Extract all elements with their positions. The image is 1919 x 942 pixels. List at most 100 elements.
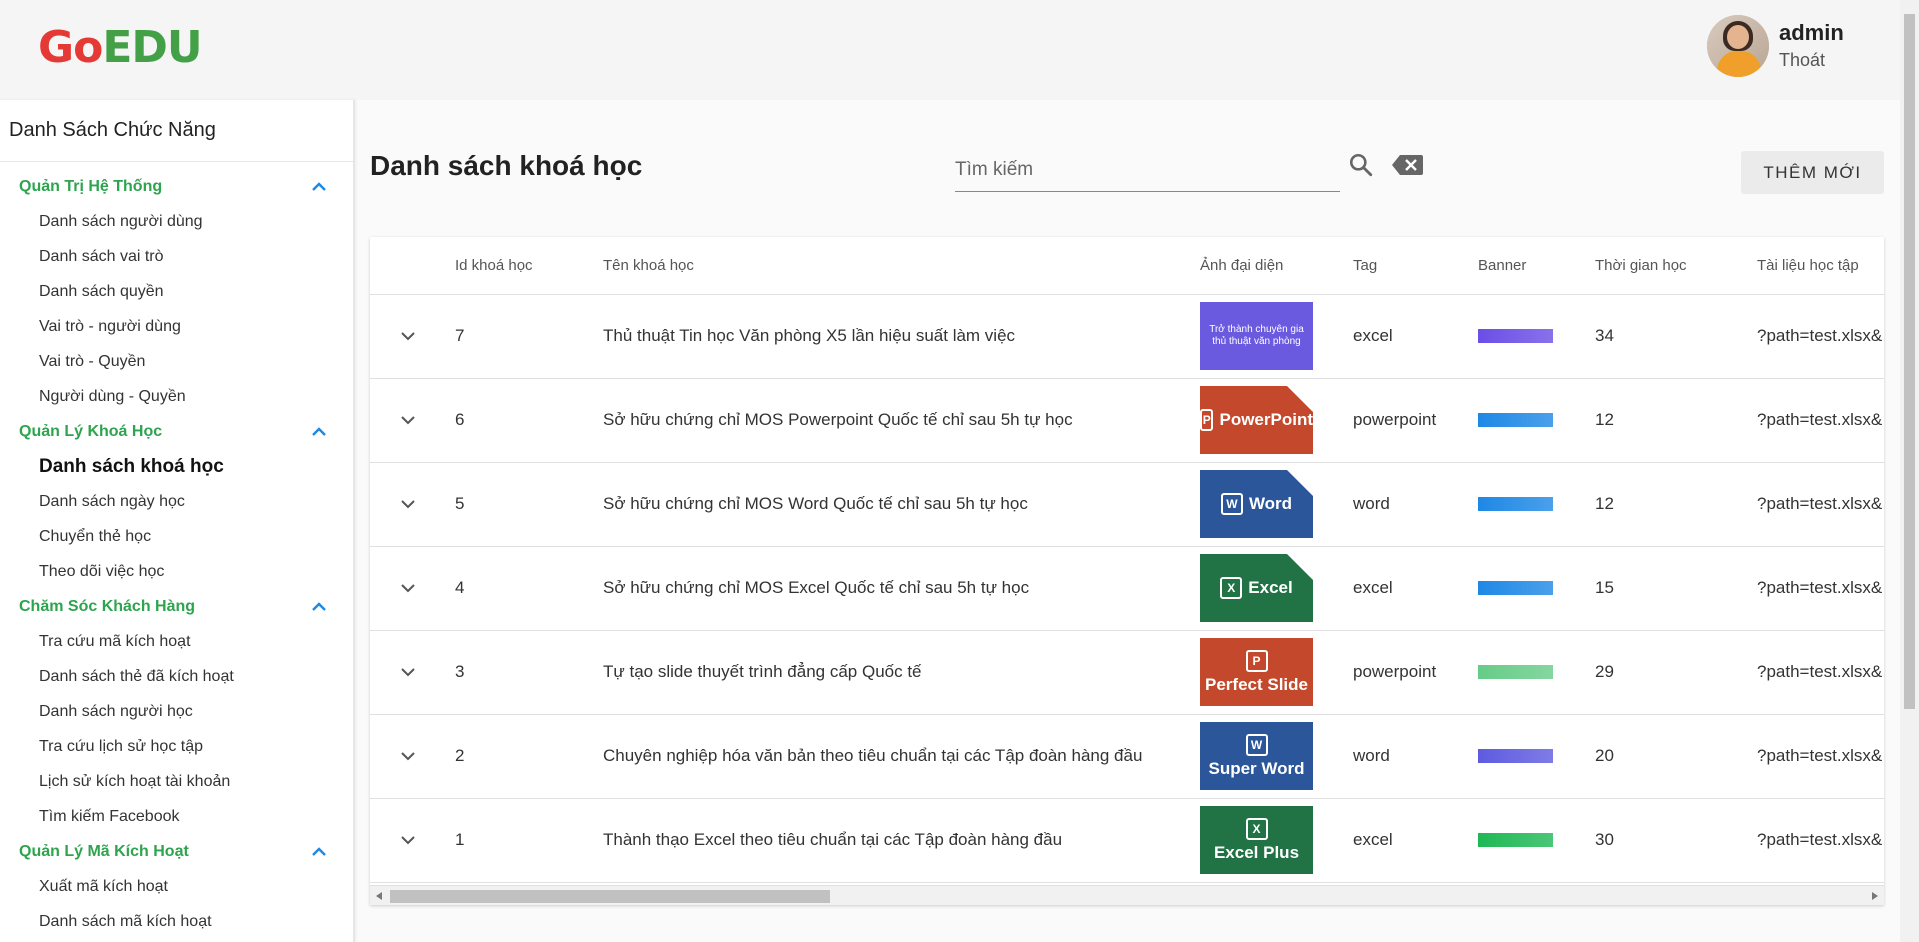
course-thumbnail: W Word — [1200, 470, 1313, 538]
sidebar-nav: Quản Trị Hệ Thống Danh sách người dùng Dan… — [0, 169, 353, 939]
sidebar-title: Danh Sách Chức Năng — [0, 100, 353, 162]
course-name: Thành thạo Excel theo tiêu chuẩn tại các… — [603, 798, 1200, 883]
chevron-up-icon[interactable] — [311, 601, 327, 612]
table-row[interactable]: 2 Chuyên nghiệp hóa văn bản theo tiêu chu… — [370, 714, 1884, 799]
sidebar-item[interactable]: Danh sách người dùng — [0, 204, 353, 239]
sidebar-item[interactable]: Tra cứu mã kích hoạt — [0, 624, 353, 659]
course-duration: 12 — [1595, 462, 1757, 547]
table-row[interactable]: 5 Sở hữu chứng chỉ MOS Word Quốc tế chỉ s… — [370, 462, 1884, 547]
table-row[interactable]: 1 Thành thạo Excel theo tiêu chuẩn tại cá… — [370, 798, 1884, 883]
course-name: Sở hữu chứng chỉ MOS Powerpoint Quốc tế … — [603, 378, 1200, 463]
course-name: Sở hữu chứng chỉ MOS Word Quốc tế chỉ sa… — [603, 462, 1200, 547]
sidebar-item[interactable]: Người dùng - Quyền — [0, 379, 353, 414]
sidebar-item[interactable]: Tìm kiếm Facebook — [0, 799, 353, 834]
course-thumbnail: Trở thành chuyên gia thủ thuật văn phòng — [1200, 302, 1313, 370]
course-document[interactable]: ?path=test.xlsx& — [1757, 630, 1884, 715]
header-id: Id khoá học — [455, 237, 603, 295]
course-thumbnail: P PowerPoint — [1200, 386, 1313, 454]
nav-group-label: Quản Trị Hệ Thống — [19, 177, 163, 195]
sidebar-item[interactable]: Danh sách khoá học — [0, 449, 353, 484]
app-header: GoEDU admin Thoát — [0, 0, 1900, 100]
sidebar-item[interactable]: Danh sách vai trò — [0, 239, 353, 274]
vertical-scrollbar[interactable] — [1900, 0, 1919, 942]
chevron-up-icon[interactable] — [311, 426, 327, 437]
horizontal-scrollbar[interactable] — [370, 885, 1884, 905]
sidebar-item[interactable]: Vai trò - Quyền — [0, 344, 353, 379]
sidebar-item[interactable]: Vai trò - người dùng — [0, 309, 353, 344]
chevron-up-icon[interactable] — [311, 181, 327, 192]
sidebar-item[interactable]: Tra cứu lịch sử học tập — [0, 729, 353, 764]
course-banner — [1478, 749, 1553, 763]
expand-row-chevron-down-icon[interactable] — [400, 751, 416, 761]
expand-row-chevron-down-icon[interactable] — [400, 835, 416, 845]
course-tag: powerpoint — [1353, 378, 1478, 463]
course-name: Chuyên nghiệp hóa văn bản theo tiêu chuẩ… — [603, 714, 1200, 799]
sidebar-item[interactable]: Danh sách thẻ đã kích hoạt — [0, 659, 353, 694]
nav-group-header[interactable]: Quản Trị Hệ Thống — [0, 169, 353, 204]
course-thumbnail: X Excel Plus — [1200, 806, 1313, 874]
nav-group: Quản Trị Hệ Thống Danh sách người dùng Dan… — [0, 169, 353, 414]
add-new-button[interactable]: THÊM MỚI — [1741, 151, 1884, 194]
course-name: Tự tạo slide thuyết trình đẳng cấp Quốc … — [603, 630, 1200, 715]
nav-group-header[interactable]: Quản Lý Mã Kích Hoạt — [0, 834, 353, 869]
course-tag: excel — [1353, 294, 1478, 379]
sidebar-item[interactable]: Lịch sử kích hoạt tài khoản — [0, 764, 353, 799]
search-field — [955, 152, 1340, 192]
nav-group: Quản Lý Khoá Học Danh sách khoá học Danh s… — [0, 414, 353, 589]
course-tag: excel — [1353, 546, 1478, 631]
course-id: 3 — [455, 630, 603, 715]
expand-row-chevron-down-icon[interactable] — [400, 415, 416, 425]
course-document[interactable]: ?path=test.xlsx& — [1757, 294, 1884, 379]
course-tag: excel — [1353, 798, 1478, 883]
course-id: 6 — [455, 378, 603, 463]
course-document[interactable]: ?path=test.xlsx& — [1757, 378, 1884, 463]
vertical-scroll-thumb[interactable] — [1904, 14, 1915, 709]
nav-group: Chăm Sóc Khách Hàng Tra cứu mã kích hoạt D… — [0, 589, 353, 834]
horizontal-scroll-thumb[interactable] — [390, 890, 830, 903]
header-tag: Tag — [1353, 237, 1478, 295]
sidebar-item[interactable]: Xuất mã kích hoạt — [0, 869, 353, 904]
nav-group-label: Chăm Sóc Khách Hàng — [19, 597, 196, 615]
scroll-right-arrow-icon[interactable] — [1872, 892, 1878, 900]
course-duration: 15 — [1595, 546, 1757, 631]
sidebar-item[interactable]: Chuyển thẻ học — [0, 519, 353, 554]
course-document[interactable]: ?path=test.xlsx& — [1757, 798, 1884, 883]
table-row[interactable]: 6 Sở hữu chứng chỉ MOS Powerpoint Quốc tế… — [370, 378, 1884, 463]
logout-link[interactable]: Thoát — [1779, 47, 1844, 73]
course-banner — [1478, 497, 1553, 511]
expand-row-chevron-down-icon[interactable] — [400, 583, 416, 593]
backspace-clear-icon[interactable] — [1391, 154, 1423, 176]
sidebar-item[interactable]: Danh sách quyền — [0, 274, 353, 309]
table-row[interactable]: 4 Sở hữu chứng chỉ MOS Excel Quốc tế chỉ … — [370, 546, 1884, 631]
course-document[interactable]: ?path=test.xlsx& — [1757, 462, 1884, 547]
goedu-logo[interactable]: GoEDU — [38, 24, 203, 72]
expand-row-chevron-down-icon[interactable] — [400, 499, 416, 509]
expand-row-chevron-down-icon[interactable] — [400, 331, 416, 341]
course-banner — [1478, 329, 1553, 343]
sidebar: Danh Sách Chức Năng Quản Trị Hệ Thống Dan… — [0, 100, 355, 942]
expand-row-chevron-down-icon[interactable] — [400, 667, 416, 677]
course-duration: 29 — [1595, 630, 1757, 715]
sidebar-item[interactable]: Danh sách mã kích hoạt — [0, 904, 353, 939]
scroll-left-arrow-icon[interactable] — [376, 892, 382, 900]
avatar[interactable] — [1707, 15, 1769, 77]
course-id: 5 — [455, 462, 603, 547]
search-icon[interactable] — [1348, 152, 1374, 178]
course-thumbnail: X Excel — [1200, 554, 1313, 622]
chevron-up-icon[interactable] — [311, 846, 327, 857]
nav-group-header[interactable]: Chăm Sóc Khách Hàng — [0, 589, 353, 624]
course-name: Sở hữu chứng chỉ MOS Excel Quốc tế chỉ s… — [603, 546, 1200, 631]
course-document[interactable]: ?path=test.xlsx& — [1757, 546, 1884, 631]
course-tag: powerpoint — [1353, 630, 1478, 715]
course-document[interactable]: ?path=test.xlsx& — [1757, 714, 1884, 799]
table-row[interactable]: 7 Thủ thuật Tin học Văn phòng X5 lần hiệu… — [370, 294, 1884, 379]
nav-group: Quản Lý Mã Kích Hoạt Xuất mã kích hoạt Dan… — [0, 834, 353, 939]
nav-group-header[interactable]: Quản Lý Khoá Học — [0, 414, 353, 449]
search-input[interactable] — [955, 152, 1340, 188]
course-id: 2 — [455, 714, 603, 799]
header-name: Tên khoá học — [603, 237, 1200, 295]
sidebar-item[interactable]: Danh sách người học — [0, 694, 353, 729]
sidebar-item[interactable]: Theo dõi việc học — [0, 554, 353, 589]
table-row[interactable]: 3 Tự tạo slide thuyết trình đẳng cấp Quốc… — [370, 630, 1884, 715]
sidebar-item[interactable]: Danh sách ngày học — [0, 484, 353, 519]
